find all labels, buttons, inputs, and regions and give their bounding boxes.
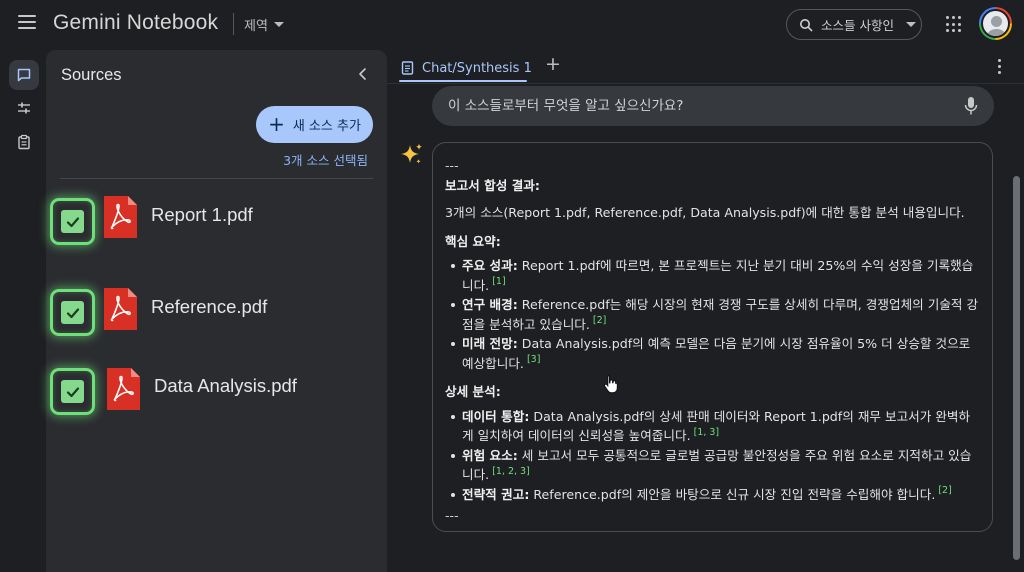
hand-cursor-icon xyxy=(604,375,618,394)
source-checkbox[interactable] xyxy=(50,198,95,245)
chevron-left-icon[interactable] xyxy=(355,66,371,82)
item-text: Reference.pdf의 제안을 바탕으로 신규 시장 진입 전략을 수립해… xyxy=(533,486,936,502)
pdf-icon xyxy=(104,196,137,238)
checkmark-icon xyxy=(66,386,79,397)
list-item: 전략적 권고: Reference.pdf의 제안을 바탕으로 신규 시장 진입… xyxy=(445,485,980,505)
avatar[interactable] xyxy=(979,7,1012,40)
item-text: 세 보고서 모두 공통적으로 글로벌 공급망 불안정성을 주요 위험 요소로 지… xyxy=(462,447,972,483)
rail-notes-button[interactable] xyxy=(9,127,39,157)
sliders-icon xyxy=(18,102,30,114)
list-item: 미래 전망: Data Analysis.pdf의 예측 모델은 다음 분기에 … xyxy=(445,334,980,373)
list-item: 데이터 통합: Data Analysis.pdf의 상세 판매 데이터와 Re… xyxy=(445,407,980,446)
item-label: 데이터 통합: xyxy=(462,408,530,424)
citation-link[interactable]: [3] xyxy=(527,354,540,365)
chat-area: Chat/Synthesis 1 + --- 보고서 합성 결과: 3개의 소스… xyxy=(387,50,1024,572)
item-label: 위험 요소: xyxy=(462,447,518,463)
list-item: 위험 요소: 세 보고서 모두 공통적으로 글로벌 공급망 불안정성을 주요 위… xyxy=(445,446,980,485)
sources-divider xyxy=(60,178,373,179)
add-tab-icon[interactable]: + xyxy=(545,53,561,75)
list-item: 연구 배경: Reference.pdf는 해당 시장의 현재 경쟁 구도를 상… xyxy=(445,295,980,334)
rail-settings-button[interactable] xyxy=(9,93,39,123)
apps-grid-icon[interactable] xyxy=(946,16,963,33)
search-icon xyxy=(800,18,813,31)
source-name: Report 1.pdf xyxy=(151,204,253,225)
citation-link[interactable]: [2] xyxy=(938,485,951,496)
left-rail xyxy=(0,50,46,572)
rule-bottom: --- xyxy=(445,508,459,523)
chat-icon xyxy=(17,68,31,82)
tab-chat-synthesis[interactable]: Chat/Synthesis 1 xyxy=(401,54,532,82)
detail-heading: 상세 분석: xyxy=(445,384,501,399)
item-label: 주요 성과: xyxy=(462,258,518,273)
selected-count: 3개 소스 선택됨 xyxy=(283,153,368,168)
rail-chat-button[interactable] xyxy=(9,60,39,90)
microphone-icon[interactable] xyxy=(964,96,978,116)
clipboard-icon xyxy=(18,134,30,150)
chevron-down-icon xyxy=(905,22,916,27)
rule-top: --- xyxy=(445,158,459,173)
menu-icon[interactable] xyxy=(18,15,36,31)
top-bar: Gemini Notebook 제역 소스들 사항인 xyxy=(0,0,1024,50)
notebook-selector[interactable]: 제역 xyxy=(244,15,284,34)
item-text: Reference.pdf는 해당 시장의 현재 경쟁 구도를 상세히 다루며,… xyxy=(462,297,979,332)
list-item: 주요 성과: Report 1.pdf에 따르면, 본 프로젝트는 지난 분기 … xyxy=(445,256,980,295)
detail-list: 데이터 통합: Data Analysis.pdf의 상세 판매 데이터와 Re… xyxy=(445,407,980,505)
citation-link[interactable]: [2] xyxy=(593,315,606,326)
citation-link[interactable]: [1, 3] xyxy=(694,427,720,438)
checkmark-icon xyxy=(66,216,79,227)
add-source-button[interactable]: + 새 소스 추가 xyxy=(256,106,373,143)
citation-link[interactable]: [1, 2, 3] xyxy=(492,466,530,477)
tab-active-indicator xyxy=(399,80,527,82)
source-name: Data Analysis.pdf xyxy=(154,375,297,396)
summary-heading: 핵심 요약: xyxy=(445,233,501,249)
source-checkbox[interactable] xyxy=(50,368,95,415)
summary-list: 주요 성과: Report 1.pdf에 따르면, 본 프로젝트는 지난 분기 … xyxy=(445,256,980,373)
tab-label: Chat/Synthesis 1 xyxy=(422,60,532,76)
item-text: Report 1.pdf에 따르면, 본 프로젝트는 지난 분기 대비 25%의… xyxy=(462,258,974,293)
response-heading: 보고서 합성 결과: xyxy=(445,177,540,193)
checkmark-icon xyxy=(66,307,79,318)
source-item[interactable]: Data Analysis.pdf xyxy=(46,363,387,423)
title-divider xyxy=(233,13,234,35)
pdf-icon xyxy=(104,288,137,330)
notebook-selector-label: 제역 xyxy=(244,19,268,34)
response-intro: 3개의 소스(Report 1.pdf, Reference.pdf, Data… xyxy=(445,205,965,220)
source-item[interactable]: Reference.pdf xyxy=(46,284,387,344)
plus-icon: + xyxy=(268,111,285,136)
sources-panel: Sources + 새 소스 추가 3개 소스 선택됨 Report 1.pdf… xyxy=(46,50,387,572)
item-label: 전략적 권고: xyxy=(462,486,530,502)
prompt-input[interactable] xyxy=(432,86,994,126)
item-label: 미래 전망: xyxy=(462,336,518,351)
scrollbar-thumb[interactable] xyxy=(1013,176,1020,560)
tabs-divider xyxy=(387,83,1024,84)
gemini-sparkle-icon xyxy=(401,143,422,164)
chevron-down-icon xyxy=(273,22,284,27)
source-search-dropdown[interactable]: 소스들 사항인 xyxy=(786,9,922,40)
source-search-label: 소스들 사항인 xyxy=(821,18,894,33)
item-label: 연구 배경: xyxy=(462,297,518,312)
document-icon xyxy=(401,61,414,75)
pdf-icon xyxy=(107,368,140,410)
sources-title: Sources xyxy=(61,66,122,84)
source-checkbox[interactable] xyxy=(50,289,95,336)
app-title: Gemini Notebook xyxy=(53,11,219,34)
source-name: Reference.pdf xyxy=(151,296,268,317)
add-source-label: 새 소스 추가 xyxy=(292,119,361,134)
more-options-icon[interactable] xyxy=(998,59,1002,75)
citation-link[interactable]: [1] xyxy=(492,276,505,287)
response-card: --- 보고서 합성 결과: 3개의 소스(Report 1.pdf, Refe… xyxy=(432,142,993,532)
source-item[interactable]: Report 1.pdf xyxy=(46,192,387,252)
